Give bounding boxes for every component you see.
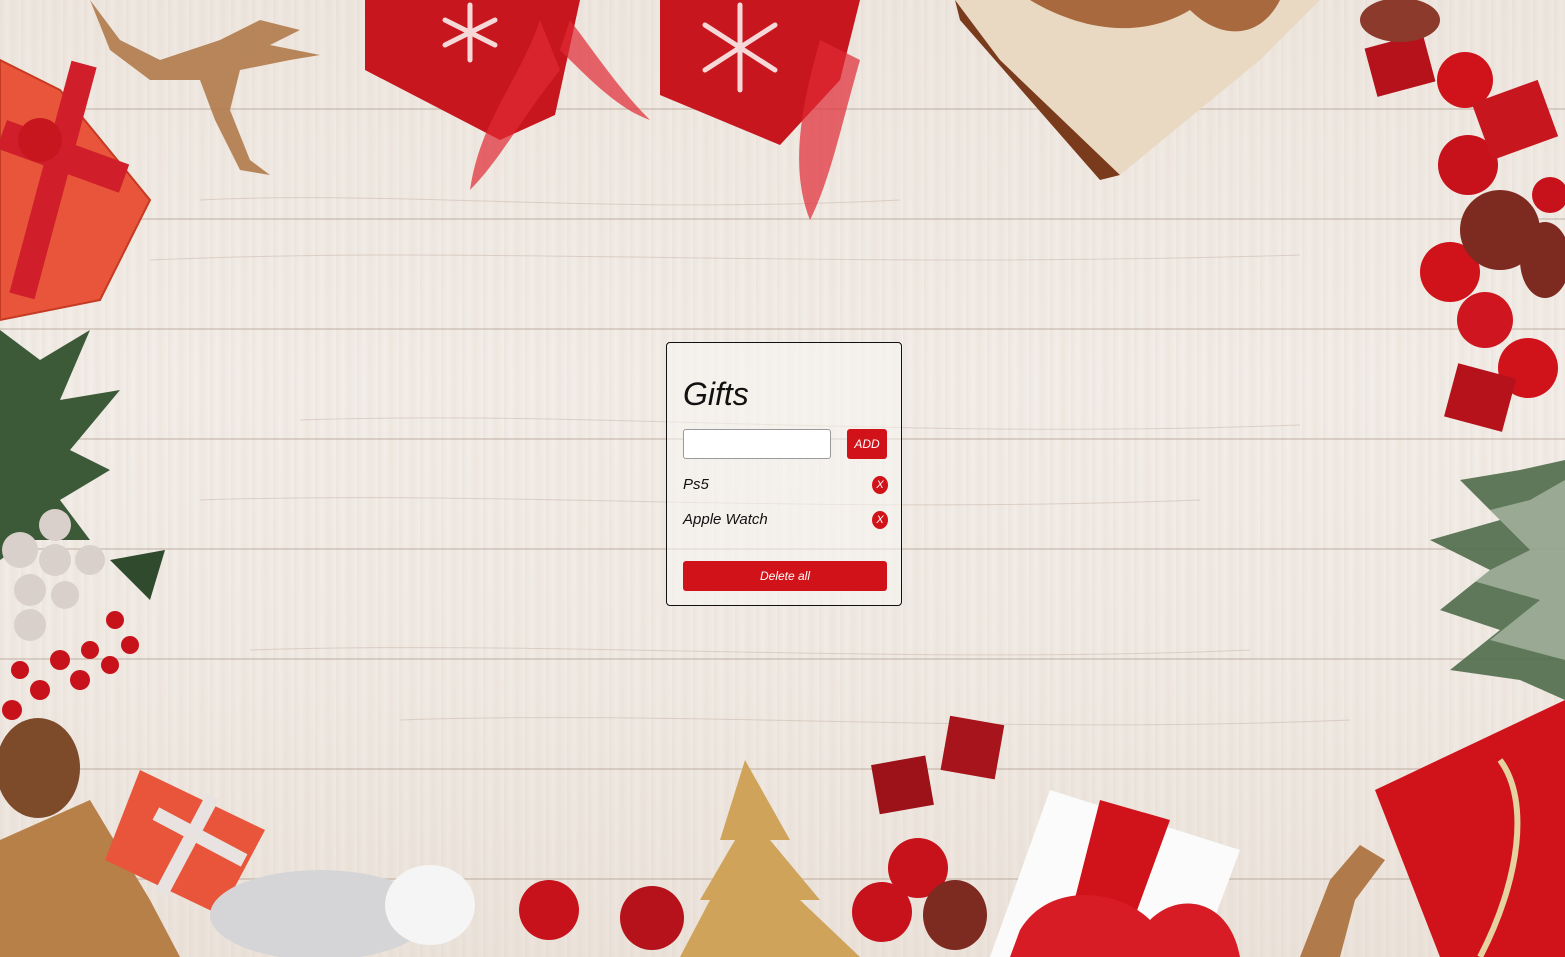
gift-list: Ps5 X Apple Watch X xyxy=(683,474,888,544)
gift-name: Apple Watch xyxy=(683,511,768,528)
remove-gift-button[interactable]: X xyxy=(872,476,888,494)
list-item: Ps5 X xyxy=(683,474,888,509)
list-item: Apple Watch X xyxy=(683,509,888,544)
page-title: Gifts xyxy=(683,376,749,412)
delete-all-button[interactable]: Delete all xyxy=(683,561,887,591)
gift-name: Ps5 xyxy=(683,476,709,493)
remove-gift-button[interactable]: X xyxy=(872,511,888,529)
gifts-card: Gifts ADD Ps5 X Apple Watch X Delete all xyxy=(666,342,902,606)
add-button[interactable]: ADD xyxy=(847,429,887,459)
gift-input[interactable] xyxy=(683,429,831,459)
